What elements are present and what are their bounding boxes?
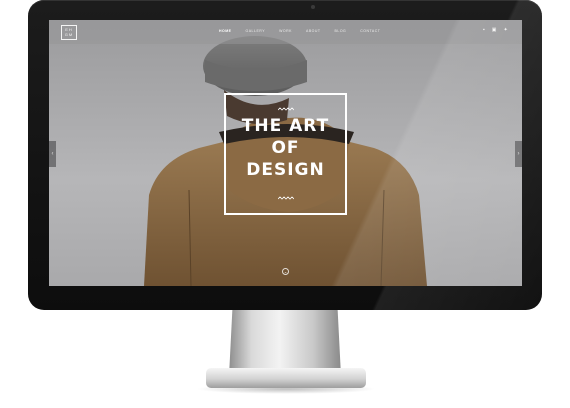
nav-home[interactable]: HOME (219, 29, 232, 33)
nav-gallery[interactable]: GALLERY (246, 29, 266, 33)
scroll-down-icon[interactable]: ⌄ (282, 268, 289, 275)
hero-title-line: DESIGN (246, 160, 325, 180)
instagram-icon[interactable]: ▣ (492, 28, 497, 33)
nav-about[interactable]: ABOUT (306, 29, 321, 33)
hero-title-line: THE ART (241, 116, 330, 136)
logo[interactable]: EH GM (61, 25, 77, 40)
next-slide-button[interactable]: › (515, 141, 522, 167)
monitor-base (206, 368, 366, 388)
monitor-stand (229, 310, 341, 376)
hero-title: THE ART OF DESIGN (224, 115, 347, 181)
site-header: EH GM HOME GALLERY WORK ABOUT BLOG CONTA… (49, 20, 522, 44)
hero-title-line: OF (271, 138, 300, 158)
nav-blog[interactable]: BLOG (335, 29, 347, 33)
prev-slide-button[interactable]: ‹ (49, 141, 56, 167)
website-screen: EH GM HOME GALLERY WORK ABOUT BLOG CONTA… (49, 20, 522, 286)
camera-dot (311, 5, 315, 9)
nav-contact[interactable]: CONTACT (360, 29, 380, 33)
vimeo-icon[interactable]: ▪ (483, 28, 485, 33)
twitter-icon[interactable]: ✦ (504, 28, 508, 33)
nav-work[interactable]: WORK (279, 29, 292, 33)
social-links: ▪ ▣ ✦ (483, 28, 508, 33)
zigzag-top-decoration (278, 107, 294, 111)
main-nav: HOME GALLERY WORK ABOUT BLOG CONTACT (219, 29, 380, 33)
zigzag-bottom-decoration (278, 196, 294, 200)
